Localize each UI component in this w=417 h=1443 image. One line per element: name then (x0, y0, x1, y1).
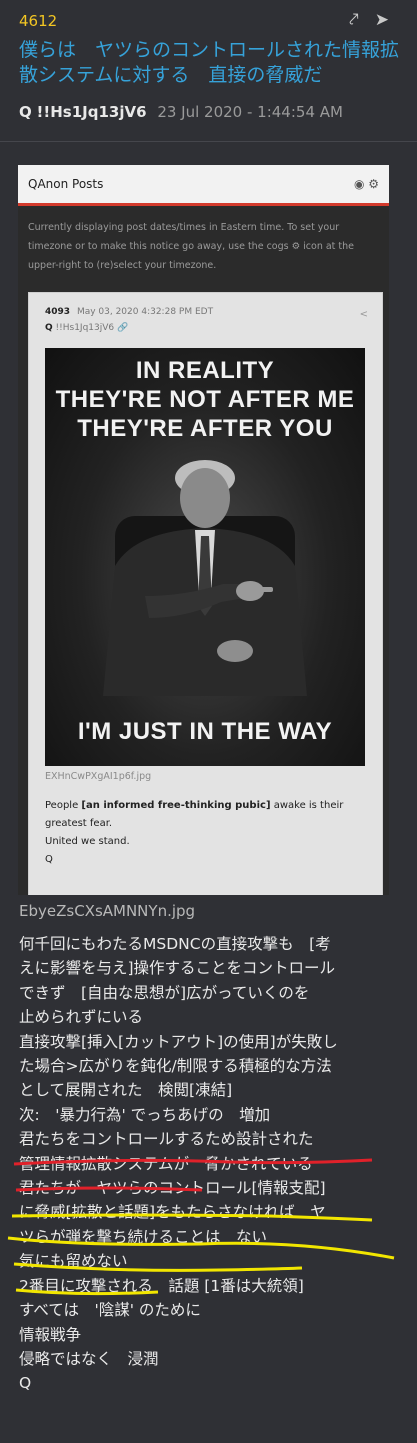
body-line: ツらが弾を撃ち続けることは ない (19, 1227, 268, 1246)
card-text-pre: People (45, 800, 82, 811)
timestamp: 23 Jul 2020 - 1:44:54 AM (157, 103, 343, 121)
card-text-line-1: People [an informed free-thinking pubic]… (45, 797, 365, 833)
poster-top-text: IN REALITY THEY'RE NOT AFTER ME THEY'RE … (45, 356, 365, 443)
body-line: 止められずにいる (19, 1008, 144, 1027)
author: Q (19, 103, 32, 121)
card-text-line-2: United we stand. (45, 836, 130, 847)
card-share-icon: < (359, 309, 368, 320)
poster-line-2: THEY'RE NOT AFTER ME (55, 386, 355, 413)
palette-cogs-icon: ◉ ⚙ (353, 177, 379, 191)
body-line: 君たちが ヤツらのコントロール[情報支配] (19, 1179, 326, 1198)
link-icon: 🔗 (117, 323, 129, 333)
arrow-right-circle-icon[interactable]: ➤ (375, 10, 389, 30)
share-icon[interactable]: ⤤ (349, 10, 359, 30)
post-title: 僕らは ヤツらのコントロールされた情報拡散システムに対する 直接の脅威だ (19, 39, 400, 86)
card-text: People [an informed free-thinking pubic]… (45, 797, 365, 869)
card-tripcode: !!Hs1Jq13jV6 (55, 323, 115, 333)
image-filename: EbyeZsCXsAMNNYn.jpg (19, 902, 196, 920)
embedded-post-card: 4093 May 03, 2020 4:32:28 PM EDT Q !!Hs1… (28, 292, 383, 895)
card-image-filename: EXHnCwPXgAI1p6f.jpg (45, 771, 152, 782)
body-line: えに影響を与え]操作することをコントロール (19, 959, 336, 978)
body-line: に脅威[拡散と話題]をもたらさなければ ヤ (19, 1203, 326, 1222)
tripcode: !!Hs1Jq13jV6 (36, 103, 147, 121)
body-line: として展開された 検閲[凍結] (19, 1081, 233, 1100)
seated-man-figure (103, 460, 307, 696)
body-line: 君たちをコントロールするため設計された (19, 1130, 314, 1149)
card-date: May 03, 2020 4:32:28 PM EDT (76, 307, 214, 317)
divider (0, 141, 417, 142)
post-number: 4612 (19, 12, 58, 30)
embedded-header: QAnon Posts ◉ ⚙ (18, 165, 389, 206)
card-text-bold: [an informed free-thinking pubic] (81, 800, 271, 811)
body-line: 何千回にもわたるMSDNCの直接攻撃も [考 (19, 935, 331, 953)
timezone-notice: Currently displaying post dates/times in… (28, 222, 355, 271)
post-meta: Q !!Hs1Jq13jV6 23 Jul 2020 - 1:44:54 AM (19, 103, 343, 121)
card-post-number: 4093 (45, 307, 71, 317)
card-author: Q !!Hs1Jq13jV6 🔗 (45, 323, 128, 333)
body-line: 直接攻撃[挿入[カットアウト]の使用]が失敗し (19, 1032, 338, 1051)
body-line: 次: '暴力行為' でっちあげの 増加 (19, 1105, 271, 1124)
poster-bottom-text: I'M JUST IN THE WAY (77, 718, 333, 745)
body-line: できず [自由な思想が]広がっていくのを (19, 983, 310, 1002)
post-actions: ⤤ ➤ (349, 10, 389, 30)
post-body: 何千回にもわたるMSDNCの直接攻撃も [考 えに影響を与え]操作することをコン… (19, 932, 404, 1396)
poster-image: IN REALITY THEY'RE NOT AFTER ME THEY'RE … (45, 348, 365, 766)
body-line: Q (19, 1374, 32, 1393)
poster-line-3: THEY'RE AFTER YOU (77, 415, 333, 442)
body-line: 侵略ではなく 浸潤 (19, 1349, 159, 1368)
body-line: た場合>広がりを鈍化/制限する積極的な方法 (19, 1057, 332, 1076)
body-line: 情報戦争 (19, 1325, 82, 1344)
body-line: すべては '陰謀' のために (19, 1301, 201, 1320)
embedded-screenshot[interactable]: QAnon Posts ◉ ⚙ Currently displaying pos… (18, 165, 389, 895)
card-post-id: 4093 May 03, 2020 4:32:28 PM EDT (45, 307, 213, 317)
embedded-header-title: QAnon Posts (28, 177, 104, 191)
body-line: 2番目に攻撃される 話題 [1番は大統領] (19, 1276, 304, 1295)
body-line: 気にも留めない (19, 1252, 128, 1271)
poster-line-1: IN REALITY (135, 357, 275, 384)
card-text-line-3: Q (45, 854, 53, 865)
body-line: 管理情報拡散システムが 脅かされている (19, 1154, 313, 1173)
card-author-name: Q (45, 323, 53, 333)
